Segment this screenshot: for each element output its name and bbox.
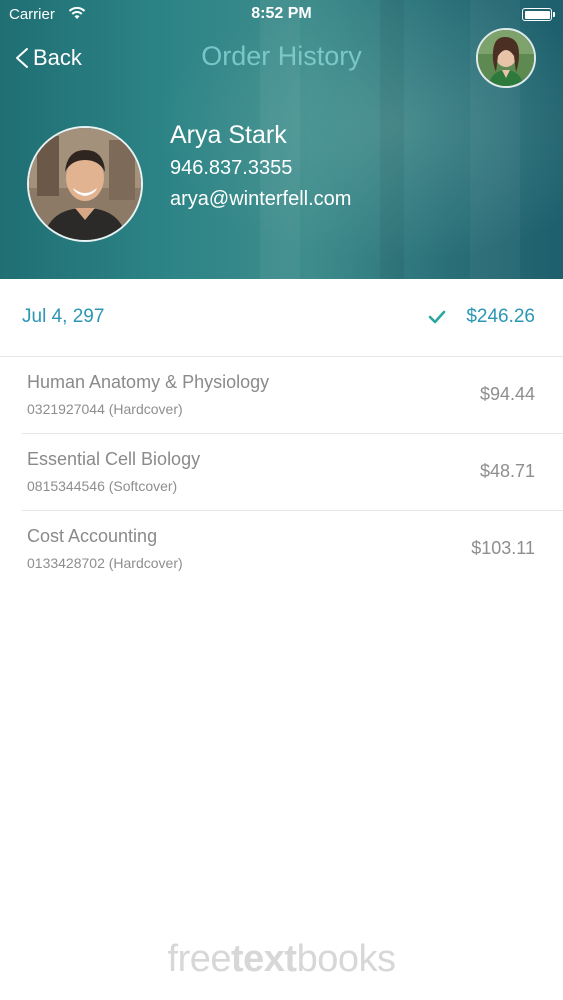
list-item[interactable]: Human Anatomy & Physiology 0321927044 (H…	[22, 357, 563, 434]
item-price: $48.71	[479, 461, 535, 481]
watermark-part: books	[296, 938, 396, 980]
item-isbn: 0815344546 (Softcover)	[27, 478, 178, 494]
status-bar: Carrier 8:52 PM	[0, 0, 563, 30]
user-avatar[interactable]	[476, 28, 536, 88]
profile-header: Carrier 8:52 PM Back Order History Arya …	[0, 0, 563, 279]
order-date: Jul 4, 297	[22, 306, 105, 327]
item-title: Cost Accounting	[27, 526, 158, 546]
item-isbn: 0321927044 (Hardcover)	[27, 401, 183, 417]
item-title: Essential Cell Biology	[27, 449, 201, 469]
profile-name: Arya Stark	[170, 121, 287, 149]
checkmark-icon	[428, 310, 446, 324]
profile-phone[interactable]: 946.837.3355	[170, 157, 292, 180]
battery-icon	[522, 8, 555, 21]
list-item[interactable]: Cost Accounting 0133428702 (Hardcover) $…	[22, 511, 563, 588]
watermark-part: free	[167, 938, 232, 980]
avatar-image	[29, 128, 141, 240]
list-item[interactable]: Essential Cell Biology 0815344546 (Softc…	[22, 434, 563, 511]
watermark-part: text	[231, 938, 297, 980]
item-isbn: 0133428702 (Hardcover)	[27, 555, 183, 571]
order-summary-row[interactable]: Jul 4, 297 $246.26	[0, 279, 563, 357]
clock: 8:52 PM	[251, 5, 312, 22]
avatar-image	[478, 30, 534, 86]
order-total: $246.26	[466, 306, 535, 327]
item-price: $94.44	[479, 384, 535, 404]
watermark-logo: freetextbooks	[0, 938, 563, 981]
item-price: $103.11	[471, 538, 535, 558]
profile-avatar	[27, 126, 143, 242]
order-items-list: Human Anatomy & Physiology 0321927044 (H…	[0, 357, 563, 588]
profile-email[interactable]: arya@winterfell.com	[170, 188, 351, 211]
item-title: Human Anatomy & Physiology	[27, 372, 270, 392]
